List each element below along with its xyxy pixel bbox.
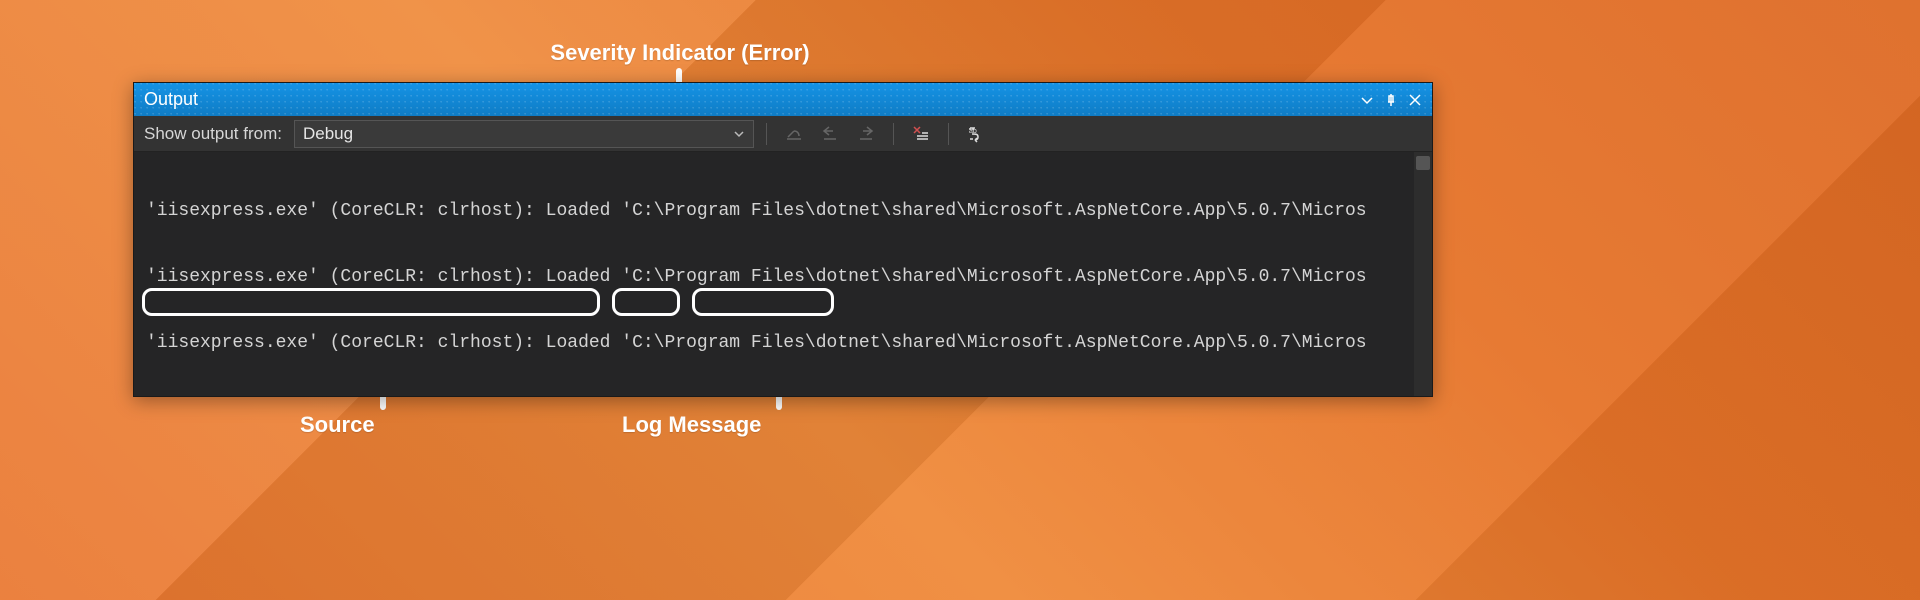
output-line: 'iisexpress.exe' (CoreCLR: clrhost): Loa…	[146, 266, 1432, 288]
output-text-area[interactable]: 'iisexpress.exe' (CoreCLR: clrhost): Loa…	[134, 152, 1432, 396]
output-source-value: Debug	[303, 124, 353, 144]
toolbar-separator	[948, 123, 949, 145]
toolbar-separator	[766, 123, 767, 145]
indent-right-button[interactable]	[851, 120, 881, 148]
output-line: 'iisexpress.exe' (CoreCLR: clrhost): Loa…	[146, 332, 1432, 354]
toggle-word-wrap-button[interactable]: ab	[961, 120, 991, 148]
close-icon[interactable]	[1404, 89, 1426, 111]
output-panel: Output Show output from: Debug ab 'iisex…	[133, 82, 1433, 397]
output-title: Output	[144, 89, 1354, 110]
callout-source: Source	[300, 412, 375, 438]
pin-icon[interactable]	[1380, 89, 1402, 111]
output-titlebar: Output	[134, 83, 1432, 116]
output-source-dropdown[interactable]: Debug	[294, 120, 754, 148]
window-dropdown-icon[interactable]	[1356, 89, 1378, 111]
scrollbar-track[interactable]	[1414, 152, 1432, 396]
scrollbar-up-button[interactable]	[1416, 156, 1430, 170]
callout-message: Log Message	[622, 412, 761, 438]
output-toolbar: Show output from: Debug ab	[134, 116, 1432, 152]
show-output-from-label: Show output from:	[142, 124, 288, 144]
svg-text:ab: ab	[969, 128, 977, 135]
toolbar-separator	[893, 123, 894, 145]
indent-left-button[interactable]	[815, 120, 845, 148]
callout-severity: Severity Indicator (Error)	[540, 40, 820, 66]
clear-all-button[interactable]	[906, 120, 936, 148]
output-line: 'iisexpress.exe' (CoreCLR: clrhost): Loa…	[146, 200, 1432, 222]
chevron-down-icon	[733, 128, 745, 140]
previous-message-button[interactable]	[779, 120, 809, 148]
